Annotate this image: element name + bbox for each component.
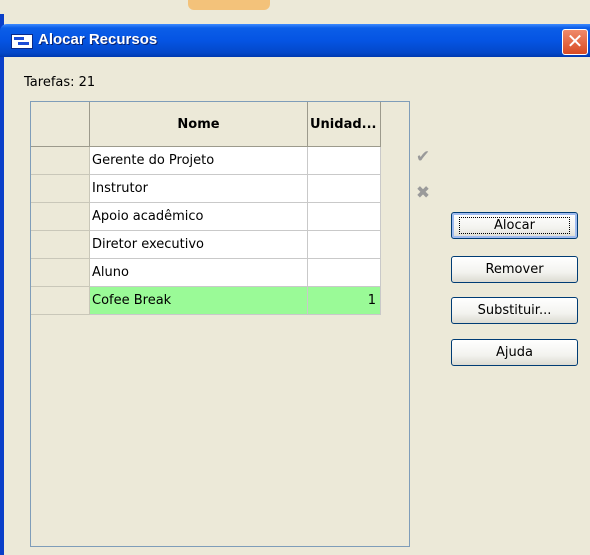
cell-nome[interactable]: Cofee Break <box>89 286 308 315</box>
row-header[interactable] <box>31 258 90 287</box>
table-header-row: Nome Unidad... <box>31 102 381 147</box>
row-header[interactable] <box>31 146 90 175</box>
row-header[interactable] <box>31 230 90 259</box>
background-tab <box>188 0 270 10</box>
resource-table-container[interactable]: Nome Unidad... Gerente do Projeto Instru… <box>30 101 410 547</box>
desktop-strip <box>0 0 590 14</box>
column-header-unidades[interactable]: Unidad... <box>307 102 381 147</box>
row-header-corner <box>31 102 90 147</box>
table-row[interactable]: Instrutor <box>31 174 381 203</box>
close-button[interactable]: ✕ <box>562 29 588 55</box>
cell-unidades[interactable] <box>307 146 381 175</box>
alocar-button[interactable]: Alocar <box>451 212 578 239</box>
tarefas-label: Tarefas: 21 <box>24 75 96 90</box>
cell-unidades[interactable] <box>307 174 381 203</box>
row-header[interactable] <box>31 286 90 315</box>
window-title: Alocar Recursos <box>38 31 158 48</box>
app-icon <box>11 34 33 49</box>
table-row[interactable]: Gerente do Projeto <box>31 146 381 175</box>
cell-unidades[interactable] <box>307 258 381 287</box>
cell-nome[interactable]: Aluno <box>89 258 308 287</box>
cell-nome[interactable]: Gerente do Projeto <box>89 146 308 175</box>
title-bar[interactable]: Alocar Recursos ✕ <box>0 24 590 57</box>
table-row[interactable]: Apoio acadêmico <box>31 202 381 231</box>
cell-unidades[interactable] <box>307 230 381 259</box>
table-row[interactable]: Diretor executivo <box>31 230 381 259</box>
cell-unidades[interactable] <box>307 202 381 231</box>
cell-nome[interactable]: Diretor executivo <box>89 230 308 259</box>
x-icon[interactable]: ✖ <box>414 184 432 202</box>
alocar-button-label: Alocar <box>459 217 570 234</box>
cell-nome[interactable]: Apoio acadêmico <box>89 202 308 231</box>
column-header-nome[interactable]: Nome <box>89 102 308 147</box>
cell-unidades[interactable]: 1 <box>307 286 381 315</box>
table-row[interactable]: Aluno <box>31 258 381 287</box>
row-header[interactable] <box>31 202 90 231</box>
cell-nome[interactable]: Instrutor <box>89 174 308 203</box>
remover-button[interactable]: Remover <box>451 256 578 283</box>
substituir-button[interactable]: Substituir... <box>451 297 578 324</box>
row-header[interactable] <box>31 174 90 203</box>
table-row-selected[interactable]: Cofee Break 1 <box>31 286 381 315</box>
ajuda-button[interactable]: Ajuda <box>451 339 578 366</box>
check-icon[interactable]: ✔ <box>414 148 432 166</box>
resource-table: Nome Unidad... Gerente do Projeto Instru… <box>31 102 381 315</box>
